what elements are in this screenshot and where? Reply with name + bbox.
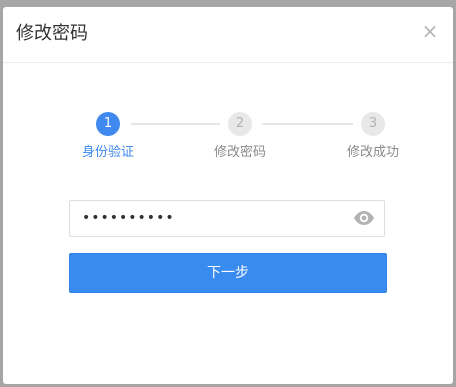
step-3-circle: 3	[361, 112, 385, 136]
eye-icon[interactable]	[353, 210, 375, 226]
next-step-button[interactable]: 下一步	[69, 253, 387, 293]
password-value: ••••••••••	[82, 210, 175, 226]
dialog-header: 修改密码 ×	[3, 7, 453, 63]
dialog-title: 修改密码	[16, 23, 88, 44]
step-3-label: 修改成功	[346, 145, 399, 160]
change-password-dialog: 修改密码 × 1 身份验证 2 修改密码 3 修改成功 •••••••••• 下…	[3, 7, 453, 384]
step-1-circle: 1	[96, 112, 120, 136]
step-2-label: 修改密码	[213, 145, 266, 160]
close-icon[interactable]: ×	[421, 21, 439, 41]
step-connector	[262, 123, 353, 125]
step-connector	[131, 123, 220, 125]
step-2-circle: 2	[228, 112, 252, 136]
progress-steps: 1 身份验证 2 修改密码 3 修改成功	[3, 110, 453, 170]
step-1-label: 身份验证	[81, 145, 134, 160]
password-input[interactable]: ••••••••••	[69, 200, 385, 237]
